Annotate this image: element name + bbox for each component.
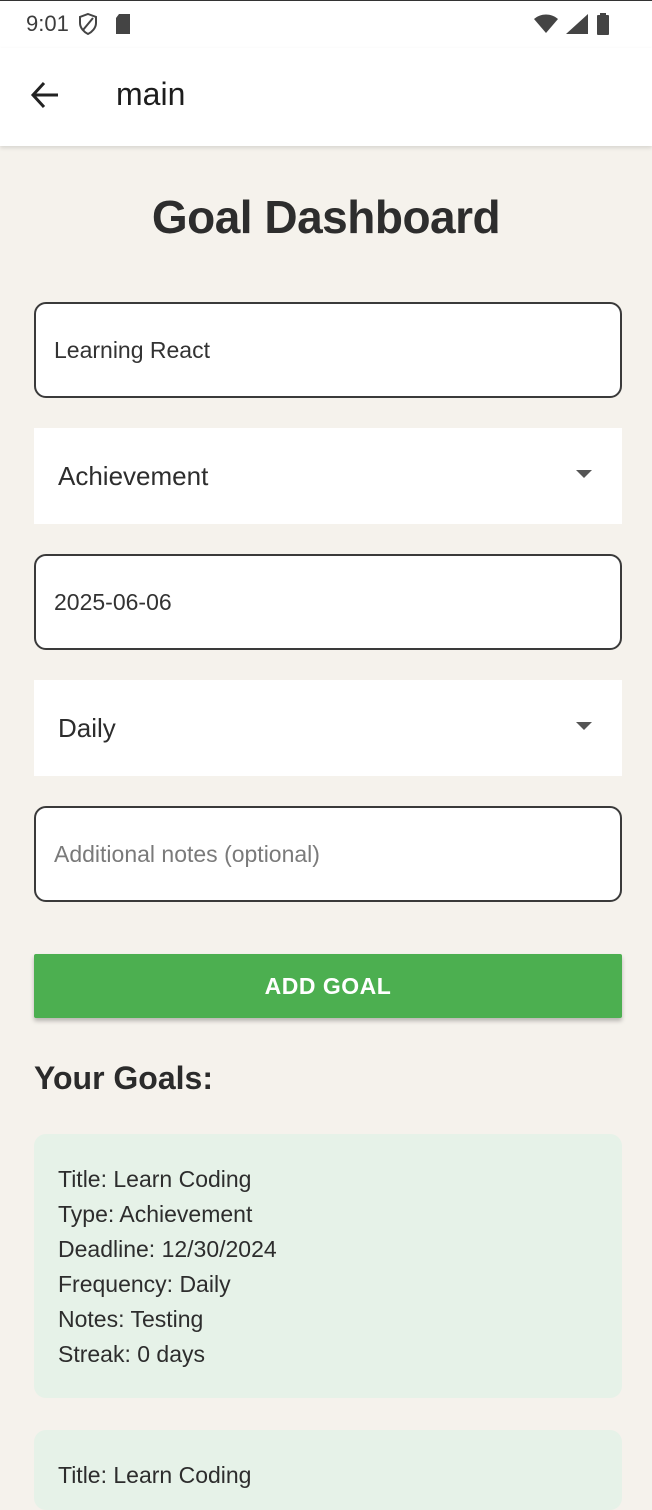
deadline-input[interactable]: 2025-06-06: [34, 554, 622, 650]
goal-type-select[interactable]: Achievement: [34, 428, 622, 524]
goal-card: Title: Learn Coding: [34, 1430, 622, 1510]
dropdown-caret-icon: [576, 470, 592, 478]
frequency-select[interactable]: Daily: [34, 680, 622, 776]
notes-input[interactable]: Additional notes (optional): [34, 806, 622, 902]
goals-heading: Your Goals:: [34, 1060, 213, 1096]
goal-title: Title: Learn Coding: [58, 1166, 252, 1192]
back-button[interactable]: [22, 76, 68, 118]
goal-deadline: Deadline: 12/30/2024: [58, 1236, 277, 1262]
goal-title-value: Learning React: [54, 336, 210, 363]
signal-icon: [566, 14, 588, 39]
goal-streak: Streak: 0 days: [58, 1341, 206, 1367]
goal-title: Title: Learn Coding: [58, 1462, 252, 1488]
status-icons: [534, 13, 610, 40]
page-title: Goal Dashboard: [151, 191, 501, 243]
status-time: 9:01: [26, 11, 69, 36]
goal-type-value: Achievement: [58, 460, 209, 491]
app-bar: main: [0, 48, 652, 146]
app-bar-title: main: [116, 76, 186, 112]
add-goal-button[interactable]: ADD GOAL: [34, 954, 622, 1018]
frequency-value: Daily: [58, 712, 116, 743]
goal-title-input[interactable]: Learning React: [34, 302, 622, 398]
deadline-value: 2025-06-06: [54, 588, 172, 615]
status-bar: 9:01: [0, 0, 652, 48]
notes-placeholder: Additional notes (optional): [54, 840, 320, 867]
goal-frequency: Frequency: Daily: [58, 1271, 231, 1297]
sd-card-icon: [114, 13, 132, 40]
battery-icon: [596, 13, 610, 40]
arrow-left-icon: [30, 81, 60, 114]
shield-icon: [78, 12, 98, 40]
goal-notes: Notes: Testing: [58, 1306, 204, 1332]
wifi-icon: [534, 14, 558, 39]
goal-card: Title: Learn Coding Type: Achievement De…: [34, 1134, 622, 1398]
dropdown-caret-icon: [576, 722, 592, 730]
goal-type: Type: Achievement: [58, 1201, 253, 1227]
